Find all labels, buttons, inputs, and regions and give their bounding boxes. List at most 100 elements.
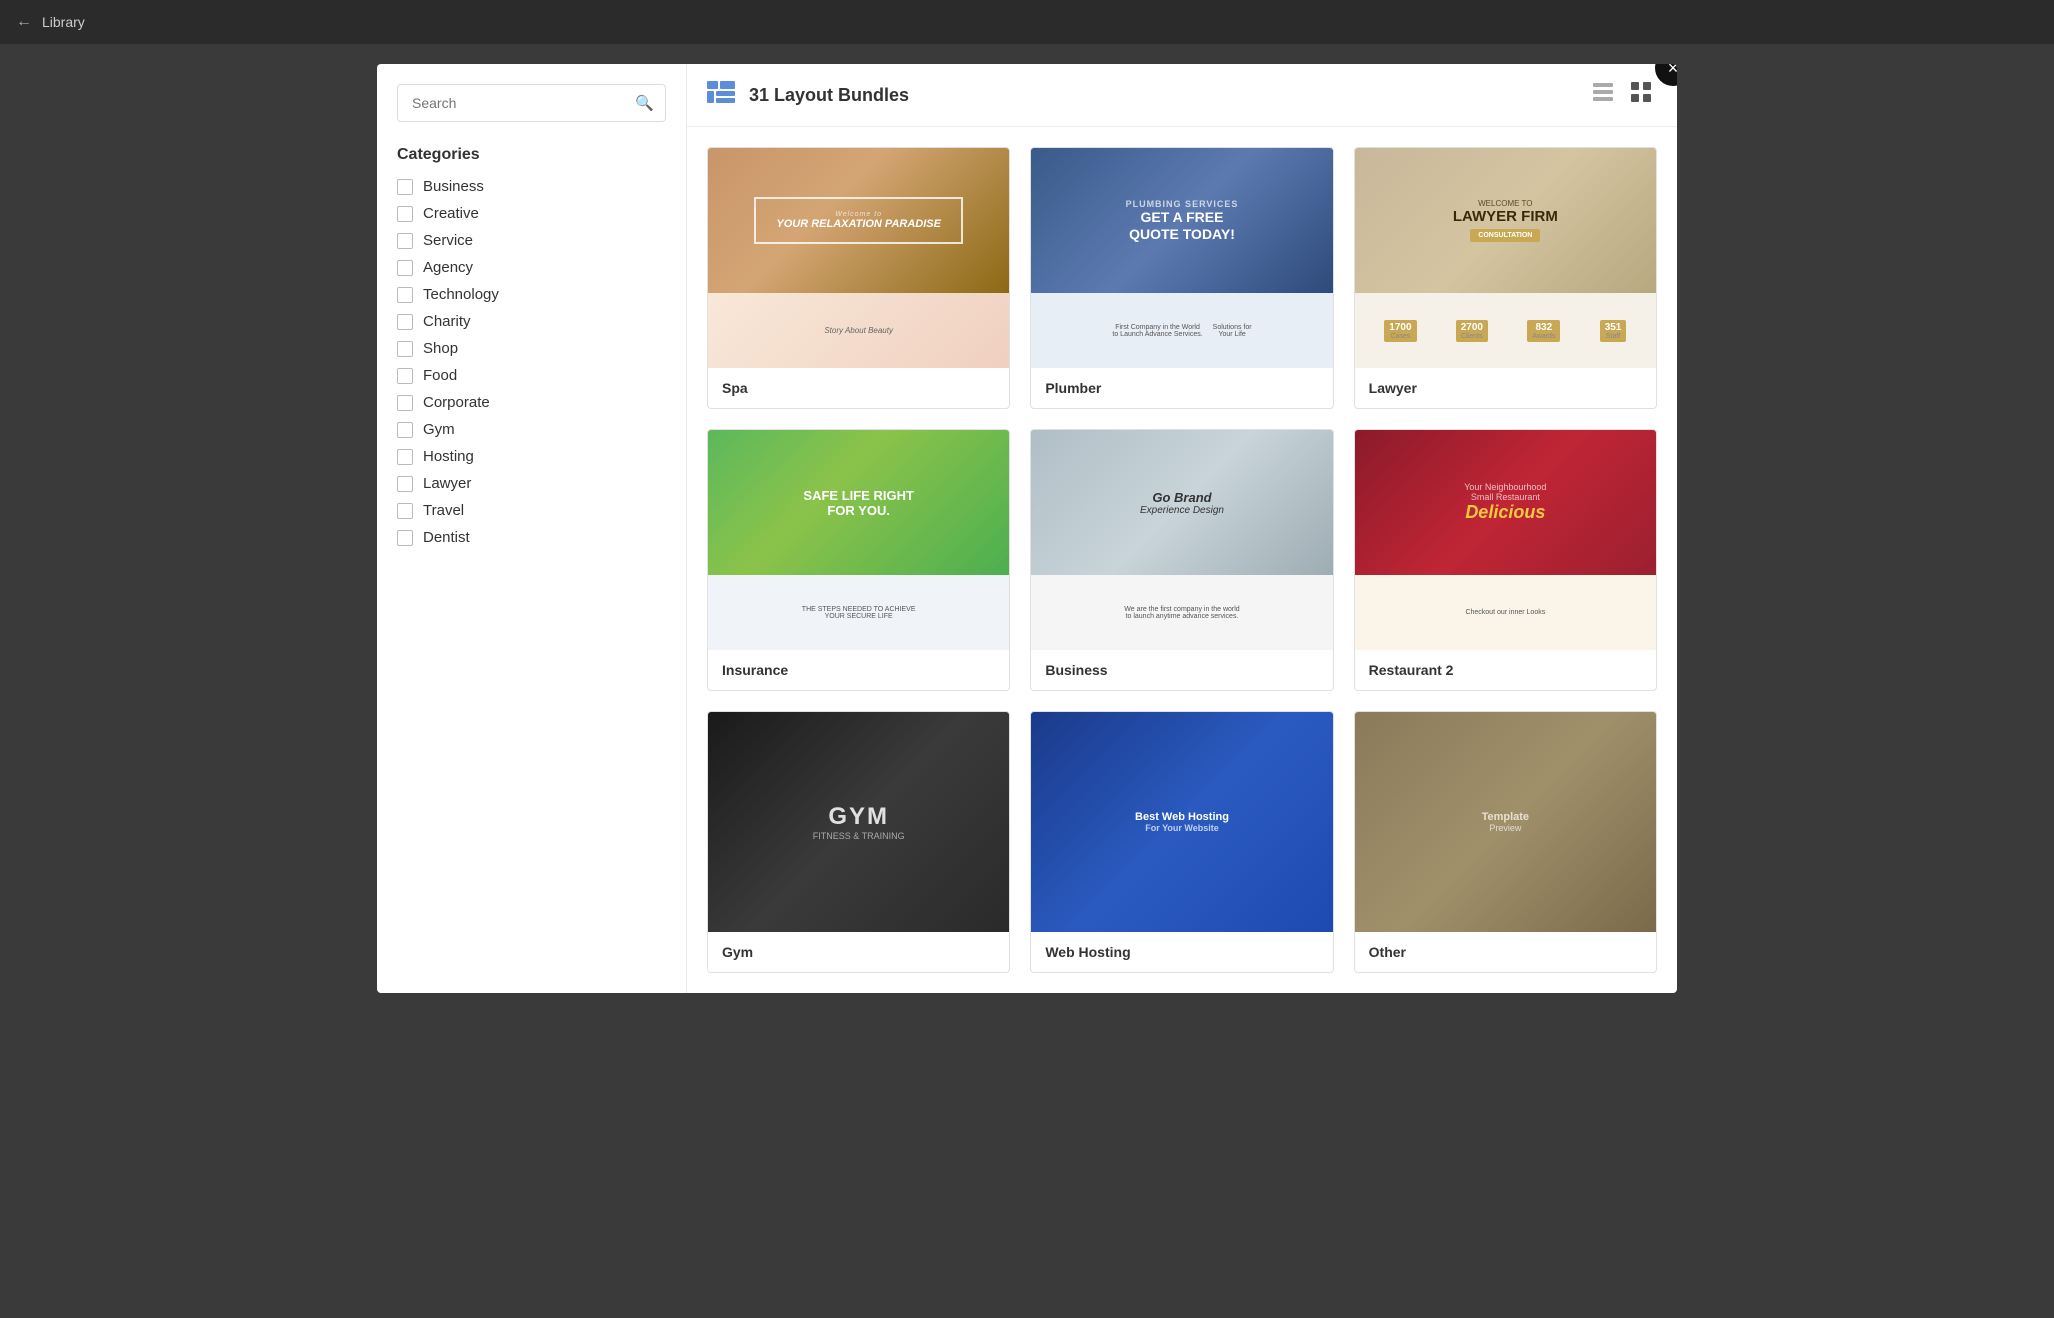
other-image: Template Preview — [1355, 712, 1656, 932]
category-item[interactable]: Travel — [397, 502, 666, 519]
template-card-footer-plumber: Plumber — [1031, 368, 1332, 408]
header-left: 31 Layout Bundles — [707, 81, 909, 109]
category-label-shop: Shop — [423, 340, 458, 357]
template-card-insurance[interactable]: SAFE LIFE RIGHTFOR YOU. THE STEPS NEEDED… — [707, 429, 1010, 691]
modal-overlay: × 🔍 Categories Business — [0, 44, 2054, 1318]
template-card-footer-spa: Spa — [708, 368, 1009, 408]
template-card-business[interactable]: PRO Go Brand Experience Design We are — [1030, 429, 1333, 691]
templates-grid: Welcome to YOUR RELAXATION PARADISE Stor… — [707, 147, 1657, 973]
template-card-hosting[interactable]: PRO Best Web Hosting For Your Website We… — [1030, 711, 1333, 973]
template-card-images-hosting: Best Web Hosting For Your Website — [1031, 712, 1332, 932]
modal: × 🔍 Categories Business — [377, 64, 1677, 993]
view-toggle — [1587, 80, 1657, 110]
category-item[interactable]: Technology — [397, 286, 666, 303]
restaurant2-image-bottom: Checkout our inner Looks — [1355, 575, 1656, 650]
template-card-spa[interactable]: Welcome to YOUR RELAXATION PARADISE Stor… — [707, 147, 1010, 409]
category-checkbox-agency[interactable] — [397, 260, 413, 276]
template-card-other[interactable]: PRO Template Preview Other — [1354, 711, 1657, 973]
category-label-lawyer: Lawyer — [423, 475, 471, 492]
restaurant2-image-top: Your NeighbourhoodSmall Restaurant Delic… — [1355, 430, 1656, 575]
category-checkbox-technology[interactable] — [397, 287, 413, 303]
category-label-food: Food — [423, 367, 457, 384]
insurance-image-bottom: THE STEPS NEEDED TO ACHIEVEYOUR SECURE L… — [708, 575, 1009, 650]
lawyer-image-top: WELCOME TO LAWYER FIRM CONSULTATION — [1355, 148, 1656, 293]
category-checkbox-business[interactable] — [397, 179, 413, 195]
category-label-agency: Agency — [423, 259, 473, 276]
grid-view-button[interactable] — [1625, 80, 1657, 110]
category-label-charity: Charity — [423, 313, 471, 330]
template-card-images-lawyer: WELCOME TO LAWYER FIRM CONSULTATION 1700… — [1355, 148, 1656, 368]
category-item[interactable]: Gym — [397, 421, 666, 438]
category-label-corporate: Corporate — [423, 394, 490, 411]
templates-grid-wrap: Welcome to YOUR RELAXATION PARADISE Stor… — [687, 127, 1677, 993]
template-card-plumber[interactable]: PLUMBING SERVICES GET A FREEQUOTE TODAY!… — [1030, 147, 1333, 409]
category-item[interactable]: Dentist — [397, 529, 666, 546]
template-card-images-plumber: PLUMBING SERVICES GET A FREEQUOTE TODAY!… — [1031, 148, 1332, 368]
template-card-restaurant2[interactable]: PRO Your NeighbourhoodSmall Restaurant D… — [1354, 429, 1657, 691]
template-card-footer-restaurant2: Restaurant 2 — [1355, 650, 1656, 690]
category-checkbox-gym[interactable] — [397, 422, 413, 438]
sidebar: 🔍 Categories Business Creative — [377, 64, 687, 993]
bundle-layout-icon — [707, 81, 735, 109]
template-card-footer-lawyer: Lawyer — [1355, 368, 1656, 408]
template-card-footer-gym: Gym — [708, 932, 1009, 972]
category-label-service: Service — [423, 232, 473, 249]
back-arrow-icon[interactable]: ← — [16, 13, 32, 31]
template-card-images-insurance: SAFE LIFE RIGHTFOR YOU. THE STEPS NEEDED… — [708, 430, 1009, 650]
category-label-gym: Gym — [423, 421, 455, 438]
category-item[interactable]: Service — [397, 232, 666, 249]
category-checkbox-dentist[interactable] — [397, 530, 413, 546]
business-image-top: Go Brand Experience Design — [1031, 430, 1332, 575]
top-bar: ← Library — [0, 0, 2054, 44]
content-header: 31 Layout Bundles — [687, 64, 1677, 127]
template-card-gym[interactable]: PRO GYM FITNESS & TRAINING Gym — [707, 711, 1010, 973]
search-input[interactable] — [397, 84, 666, 122]
category-label-dentist: Dentist — [423, 529, 470, 546]
template-card-footer-hosting: Web Hosting — [1031, 932, 1332, 972]
category-checkbox-service[interactable] — [397, 233, 413, 249]
category-checkbox-food[interactable] — [397, 368, 413, 384]
spa-image-bottom: Story About Beauty — [708, 293, 1009, 368]
template-card-images-restaurant2: Your NeighbourhoodSmall Restaurant Delic… — [1355, 430, 1656, 650]
template-card-images-other: Template Preview — [1355, 712, 1656, 932]
template-card-footer-business: Business — [1031, 650, 1332, 690]
category-item[interactable]: Food — [397, 367, 666, 384]
category-checkbox-creative[interactable] — [397, 206, 413, 222]
category-label-business: Business — [423, 178, 484, 195]
template-card-images-business: Go Brand Experience Design We are the fi… — [1031, 430, 1332, 650]
category-item[interactable]: Lawyer — [397, 475, 666, 492]
template-card-footer-insurance: Insurance — [708, 650, 1009, 690]
category-item[interactable]: Creative — [397, 205, 666, 222]
category-checkbox-hosting[interactable] — [397, 449, 413, 465]
template-card-lawyer[interactable]: PRO WELCOME TO LAWYER FIRM CONSULTATION — [1354, 147, 1657, 409]
hosting-image: Best Web Hosting For Your Website — [1031, 712, 1332, 932]
category-item[interactable]: Charity — [397, 313, 666, 330]
bundle-count-title: 31 Layout Bundles — [749, 85, 909, 106]
list-view-button[interactable] — [1587, 80, 1619, 110]
category-checkbox-travel[interactable] — [397, 503, 413, 519]
category-item[interactable]: Agency — [397, 259, 666, 276]
template-card-images-gym: GYM FITNESS & TRAINING — [708, 712, 1009, 932]
category-label-creative: Creative — [423, 205, 479, 222]
template-card-footer-other: Other — [1355, 932, 1656, 972]
category-checkbox-corporate[interactable] — [397, 395, 413, 411]
plumber-image-top: PLUMBING SERVICES GET A FREEQUOTE TODAY! — [1031, 148, 1332, 293]
category-item[interactable]: Shop — [397, 340, 666, 357]
categories-title: Categories — [397, 146, 666, 164]
business-image-bottom: We are the first company in the worldto … — [1031, 575, 1332, 650]
gym-image: GYM FITNESS & TRAINING — [708, 712, 1009, 932]
category-checkbox-charity[interactable] — [397, 314, 413, 330]
category-checkbox-shop[interactable] — [397, 341, 413, 357]
insurance-image-top: SAFE LIFE RIGHTFOR YOU. — [708, 430, 1009, 575]
category-item[interactable]: Hosting — [397, 448, 666, 465]
category-label-technology: Technology — [423, 286, 499, 303]
category-item[interactable]: Business — [397, 178, 666, 195]
template-card-images-spa: Welcome to YOUR RELAXATION PARADISE Stor… — [708, 148, 1009, 368]
category-item[interactable]: Corporate — [397, 394, 666, 411]
category-checkbox-lawyer[interactable] — [397, 476, 413, 492]
lawyer-image-bottom: 1700Cases 2700Clients 832Awards 351Staff — [1355, 293, 1656, 368]
category-label-travel: Travel — [423, 502, 464, 519]
category-list: Business Creative Service Agency — [397, 178, 666, 546]
spa-image-top: Welcome to YOUR RELAXATION PARADISE — [708, 148, 1009, 293]
plumber-image-bottom: First Company in the Worldto Launch Adva… — [1031, 293, 1332, 368]
